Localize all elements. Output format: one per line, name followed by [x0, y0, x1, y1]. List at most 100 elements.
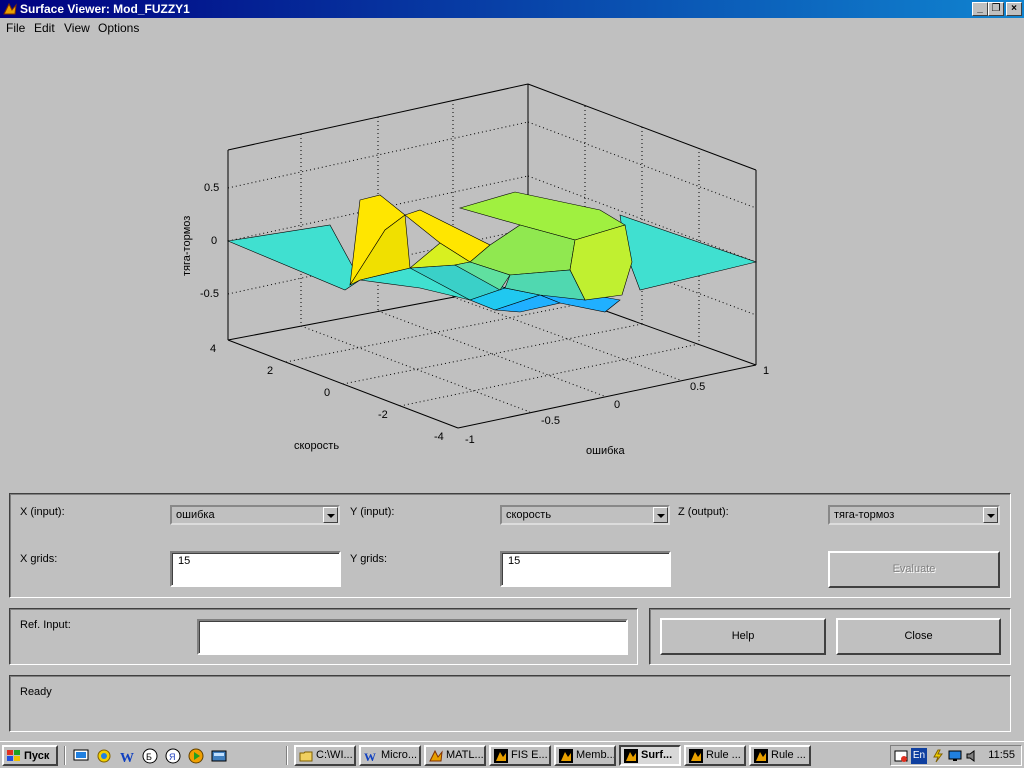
matlab-figure-icon	[689, 749, 703, 763]
axes-config-panel: X (input): ошибка Y (input): скорость Z …	[9, 493, 1011, 598]
clock[interactable]: 11:55	[988, 749, 1015, 761]
y-tick-1: -2	[378, 409, 388, 421]
x-axis-label: ошибка	[586, 445, 625, 457]
menu-bar: File Edit View Options	[0, 18, 1024, 38]
power-icon[interactable]	[931, 749, 945, 763]
word-doc-icon: W	[364, 750, 376, 763]
y-input-label: Y (input):	[350, 506, 395, 518]
matlab-figure-icon	[754, 749, 768, 763]
desktop-icon[interactable]	[73, 748, 89, 764]
task-label: Rule ...	[771, 749, 806, 761]
x-grids-label: X grids:	[20, 553, 58, 565]
y-tick-2: 0	[324, 387, 330, 399]
windows-logo-icon	[7, 750, 20, 761]
media-player-icon[interactable]	[188, 748, 204, 764]
ref-input-field[interactable]	[197, 619, 628, 655]
chevron-down-icon[interactable]	[653, 507, 668, 523]
z-output-label: Z (output):	[678, 506, 729, 518]
evaluate-button[interactable]: Evaluate	[828, 551, 1000, 588]
svg-text:W: W	[120, 751, 134, 764]
dictionary-icon[interactable]: Я	[165, 748, 181, 764]
task-fis-editor[interactable]: FIS E...	[489, 745, 551, 766]
surface-plot-area[interactable]: 0.5 0 -0.5 -1 -0.5 0 0.5 1 -4 -2 0 2 4 о…	[0, 38, 1024, 480]
taskbar-separator	[286, 746, 288, 765]
task-label: Rule ...	[706, 749, 741, 761]
system-tray: En 11:55	[890, 745, 1022, 766]
task-label: C:\WI...	[316, 749, 353, 761]
x-input-value: ошибка	[176, 509, 215, 521]
action-panel: Help Close	[649, 608, 1011, 665]
matlab-figure-icon	[559, 749, 573, 763]
window-title: Surface Viewer: Mod_FUZZY1	[20, 2, 190, 16]
taskbar: Пуск W Б Я C:\WI... W Micro... MATL... F…	[0, 741, 1024, 768]
y-axis-label: скорость	[294, 440, 339, 452]
menu-file[interactable]: File	[6, 21, 25, 35]
task-label: Micro...	[381, 749, 418, 761]
task-rule-viewer[interactable]: Rule ...	[749, 745, 811, 766]
start-label: Пуск	[24, 750, 50, 762]
restore-button[interactable]: ❐	[988, 2, 1004, 16]
explorer-icon[interactable]	[96, 748, 112, 764]
task-label: MATL...	[446, 749, 484, 761]
y-input-select[interactable]: скорость	[500, 505, 670, 525]
scheduler-icon[interactable]	[894, 749, 908, 763]
task-label: Surf...	[641, 749, 673, 761]
monitor-icon[interactable]	[948, 749, 962, 763]
status-text: Ready	[20, 686, 52, 698]
z-output-select[interactable]: тяга-тормоз	[828, 505, 1000, 525]
menu-view[interactable]: View	[64, 21, 90, 35]
start-button[interactable]: Пуск	[2, 745, 58, 766]
z-tick-1: 0	[211, 235, 217, 247]
close-button[interactable]: Close	[836, 618, 1001, 655]
web-icon[interactable]: Б	[142, 748, 158, 764]
speaker-icon[interactable]	[965, 749, 979, 763]
taskbar-separator	[64, 746, 66, 765]
z-axis-label: тяга-тормоз	[181, 216, 193, 276]
menu-edit[interactable]: Edit	[34, 21, 55, 35]
calc-icon[interactable]	[211, 748, 227, 764]
word-icon[interactable]: W	[119, 748, 135, 764]
svg-text:Б: Б	[146, 752, 152, 762]
menu-options[interactable]: Options	[98, 21, 139, 35]
task-membership[interactable]: Memb...	[554, 745, 616, 766]
x-grids-field[interactable]: 15	[170, 551, 341, 587]
minimize-button[interactable]: _	[972, 2, 988, 16]
matlab-figure-icon	[494, 749, 508, 763]
y-input-value: скорость	[506, 509, 552, 521]
chevron-down-icon[interactable]	[983, 507, 998, 523]
x-input-label: X (input):	[20, 506, 65, 518]
task-label: FIS E...	[511, 749, 548, 761]
z-tick-2: -0.5	[200, 288, 219, 300]
language-indicator[interactable]: En	[911, 748, 927, 764]
task-word[interactable]: W Micro...	[359, 745, 421, 766]
surface-plot: 0.5 0 -0.5 -1 -0.5 0 0.5 1 -4 -2 0 2 4 о…	[181, 83, 769, 457]
x-input-select[interactable]: ошибка	[170, 505, 340, 525]
y-tick-0: -4	[434, 431, 444, 443]
x-tick-2: 0	[614, 399, 620, 411]
matlab-figure-icon	[624, 749, 638, 763]
ref-input-panel: Ref. Input:	[9, 608, 638, 665]
x-tick-0: -1	[465, 434, 475, 446]
task-label: Memb...	[576, 749, 616, 761]
z-tick-0: 0.5	[204, 182, 219, 194]
status-panel: Ready	[9, 675, 1011, 732]
task-surface-viewer[interactable]: Surf...	[619, 745, 681, 766]
chevron-down-icon[interactable]	[323, 507, 338, 523]
task-matlab[interactable]: MATL...	[424, 745, 486, 766]
y-tick-4: 4	[210, 343, 216, 355]
task-rule-editor[interactable]: Rule ...	[684, 745, 746, 766]
y-grids-field[interactable]: 15	[500, 551, 671, 587]
folder-icon	[299, 751, 313, 762]
x-tick-4: 1	[763, 365, 769, 377]
matlab-app-icon	[3, 2, 17, 15]
title-bar: Surface Viewer: Mod_FUZZY1 _ ❐ ×	[0, 0, 1024, 18]
matlab-icon	[429, 749, 443, 762]
z-output-value: тяга-тормоз	[834, 509, 895, 521]
task-windows-folder[interactable]: C:\WI...	[294, 745, 356, 766]
x-tick-3: 0.5	[690, 381, 705, 393]
svg-text:Я: Я	[169, 752, 176, 762]
help-button[interactable]: Help	[660, 618, 826, 655]
x-tick-1: -0.5	[541, 415, 560, 427]
svg-text:W: W	[364, 750, 376, 763]
close-window-button[interactable]: ×	[1006, 2, 1022, 16]
